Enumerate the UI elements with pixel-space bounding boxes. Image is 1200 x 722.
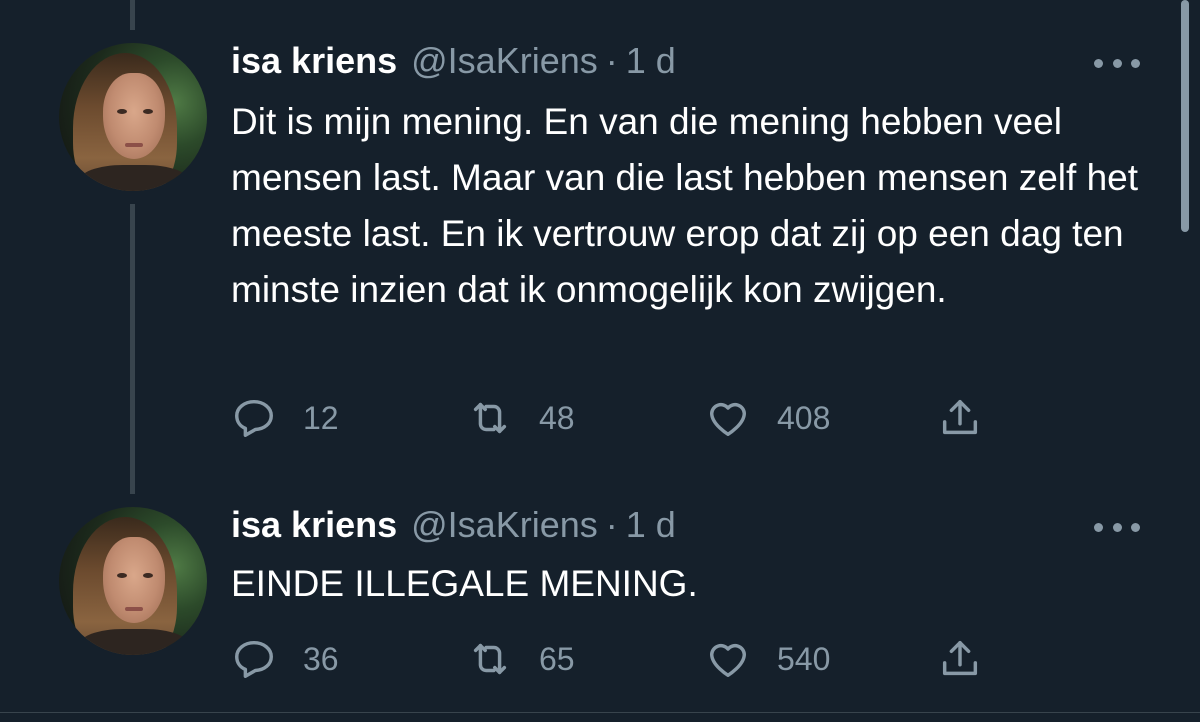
like-button[interactable]: 408 <box>705 393 830 443</box>
author-handle[interactable]: @IsaKriens <box>411 40 598 82</box>
retweet-count: 48 <box>539 399 575 436</box>
tweet-actions: 36 65 540 <box>231 634 991 684</box>
timestamp[interactable]: 1 d <box>626 40 676 82</box>
tweet-text: Dit is mijn mening. En van die mening he… <box>231 101 1139 310</box>
thread-line-top <box>130 0 135 30</box>
thread-connector-line <box>130 204 135 494</box>
author-name[interactable]: isa kriens <box>231 504 397 546</box>
separator-dot: · <box>605 504 618 545</box>
tweet-text: EINDE ILLEGALE MENING. <box>231 563 698 604</box>
reply-count: 12 <box>303 399 339 436</box>
retweet-button[interactable]: 48 <box>467 393 575 443</box>
more-icon[interactable] <box>1094 520 1140 534</box>
like-count: 540 <box>777 640 831 677</box>
avatar[interactable] <box>59 507 207 655</box>
separator-dot: · <box>605 40 618 81</box>
retweet-icon <box>473 402 507 434</box>
avatar[interactable] <box>59 43 207 191</box>
reply-button[interactable]: 36 <box>231 634 339 684</box>
author-handle[interactable]: @IsaKriens <box>411 504 598 546</box>
like-icon <box>709 643 747 678</box>
reply-icon <box>235 399 273 437</box>
tweet-header: isa kriens @IsaKriens · 1 d <box>231 40 676 82</box>
like-count: 408 <box>777 399 831 436</box>
reply-icon <box>235 640 273 678</box>
scrollbar[interactable] <box>1181 0 1189 232</box>
divider <box>0 712 1200 713</box>
author-name[interactable]: isa kriens <box>231 40 397 82</box>
retweet-button[interactable]: 65 <box>467 634 575 684</box>
tweet-header: isa kriens @IsaKriens · 1 d <box>231 504 676 546</box>
share-icon <box>942 640 978 676</box>
retweet-count: 65 <box>539 640 575 677</box>
share-icon <box>942 399 978 435</box>
retweet-icon <box>473 643 507 675</box>
tweet-actions: 12 48 408 <box>231 393 991 443</box>
like-icon <box>709 402 747 437</box>
share-button[interactable] <box>937 393 983 443</box>
timestamp[interactable]: 1 d <box>626 504 676 546</box>
reply-count: 36 <box>303 640 339 677</box>
more-icon[interactable] <box>1094 56 1140 70</box>
share-button[interactable] <box>937 634 983 684</box>
like-button[interactable]: 540 <box>705 634 830 684</box>
reply-button[interactable]: 12 <box>231 393 339 443</box>
